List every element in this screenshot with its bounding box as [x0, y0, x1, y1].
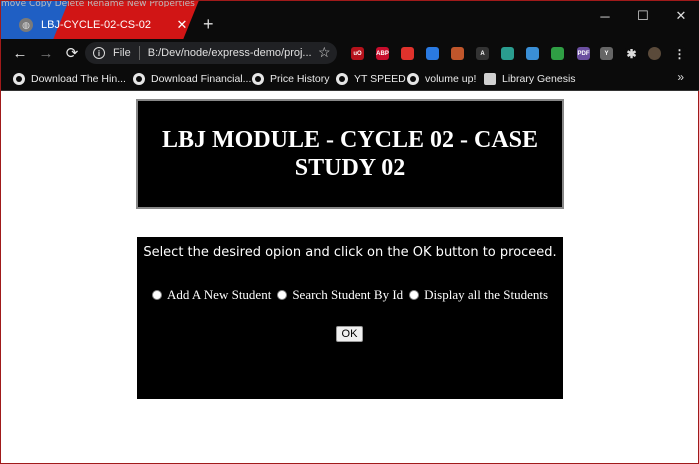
diamond-ext-icon[interactable] [526, 47, 539, 60]
tab-strip: move Copy Delete Rename New Properties ◍… [1, 1, 699, 39]
option-search-student[interactable]: Search Student By Id [277, 287, 403, 303]
forward-button[interactable]: → [33, 45, 59, 62]
red-drop-icon[interactable] [401, 47, 414, 60]
bookmark-label: Download Financial... [151, 73, 252, 85]
ublock-icon[interactable]: uO [351, 47, 364, 60]
url-text[interactable]: B:/Dev/node/express-demo/proj... [148, 47, 312, 59]
radio-display-students[interactable] [409, 290, 420, 300]
bookmark-star-icon[interactable]: ☆ [318, 44, 331, 61]
close-window-button[interactable]: ✕ [662, 1, 699, 31]
address-bar[interactable]: i File B:/Dev/node/express-demo/proj... [85, 42, 337, 64]
bookmark-globe-icon [13, 73, 25, 85]
ok-button[interactable]: OK [336, 326, 363, 342]
page-title: LBJ MODULE - CYCLE 02 - CASE STUDY 02 [161, 127, 539, 181]
address-divider [138, 46, 140, 60]
globe-icon: ◍ [19, 18, 33, 32]
color-ext-icon[interactable] [501, 47, 514, 60]
bookmark-label: volume up! [425, 73, 477, 85]
option-group: Add A New Student Search Student By Id D… [137, 287, 563, 303]
a-ext-icon[interactable]: A [476, 47, 489, 60]
bookmark-label: Download The Hin... [31, 73, 126, 85]
bookmark-item[interactable]: volume up! [407, 71, 476, 87]
bookmark-label: Price History [270, 73, 330, 85]
options-form: Select the desired opion and click on th… [137, 237, 563, 399]
green-ext-icon[interactable] [551, 47, 564, 60]
bookmark-globe-icon [407, 73, 419, 85]
profile-avatar[interactable] [648, 47, 661, 60]
bookmarks-bar: Download The Hin... Download Financial..… [1, 67, 699, 91]
bookmark-item[interactable]: Download The Hin... [13, 71, 126, 87]
active-tab[interactable]: ◍ LBJ-CYCLE-02-CS-02 ✕ [9, 11, 195, 39]
browser-toolbar: ← → ⟳ i File B:/Dev/node/express-demo/pr… [1, 39, 699, 67]
maximize-button[interactable]: ☐ [624, 1, 662, 31]
new-tab-button[interactable]: + [203, 15, 214, 33]
radio-add-student[interactable] [151, 290, 162, 300]
tab-title: LBJ-CYCLE-02-CS-02 [41, 19, 152, 31]
option-label: Display all the Students [424, 287, 549, 302]
reload-button[interactable]: ⟳ [59, 44, 85, 62]
option-display-students[interactable]: Display all the Students [409, 287, 548, 303]
bookmark-item[interactable]: Download Financial... [133, 71, 251, 87]
bookmark-globe-icon [336, 73, 348, 85]
bookmark-item[interactable]: YT SPEED [336, 71, 406, 87]
blue-ext-icon[interactable] [426, 47, 439, 60]
instruction-text: Select the desired opion and click on th… [143, 245, 557, 260]
radio-search-student[interactable] [277, 290, 288, 300]
bookmark-page-icon [484, 73, 496, 85]
page-header: LBJ MODULE - CYCLE 02 - CASE STUDY 02 [136, 99, 564, 209]
puzzle-icon[interactable]: ✱ [625, 47, 638, 61]
cookie-icon[interactable] [451, 47, 464, 60]
bookmark-label: YT SPEED [354, 73, 406, 85]
url-scheme-label: File [113, 47, 131, 59]
minimize-button[interactable]: ─ [586, 1, 624, 31]
y-ext-icon[interactable]: Y [600, 47, 613, 60]
background-window-text: move Copy Delete Rename New Properties [1, 1, 195, 7]
back-button[interactable]: ← [7, 45, 33, 62]
bookmark-item[interactable]: Price History [252, 71, 330, 87]
tab-close-icon[interactable]: ✕ [173, 17, 191, 33]
menu-icon[interactable]: ⋮ [673, 47, 686, 61]
option-label: Search Student By Id [292, 287, 404, 302]
bookmark-globe-icon [252, 73, 264, 85]
option-label: Add A New Student [166, 287, 272, 302]
pdf-ext-icon[interactable]: PDF [577, 47, 590, 60]
bookmark-item[interactable]: Library Genesis [484, 71, 576, 87]
bookmarks-overflow-icon[interactable]: » [677, 70, 684, 84]
site-info-icon[interactable]: i [93, 47, 105, 59]
adblock-plus-icon[interactable]: ABP [376, 47, 389, 60]
bookmark-globe-icon [133, 73, 145, 85]
browser-window: move Copy Delete Rename New Properties ◍… [0, 0, 699, 464]
option-add-student[interactable]: Add A New Student [151, 287, 272, 303]
bookmark-label: Library Genesis [502, 73, 576, 85]
